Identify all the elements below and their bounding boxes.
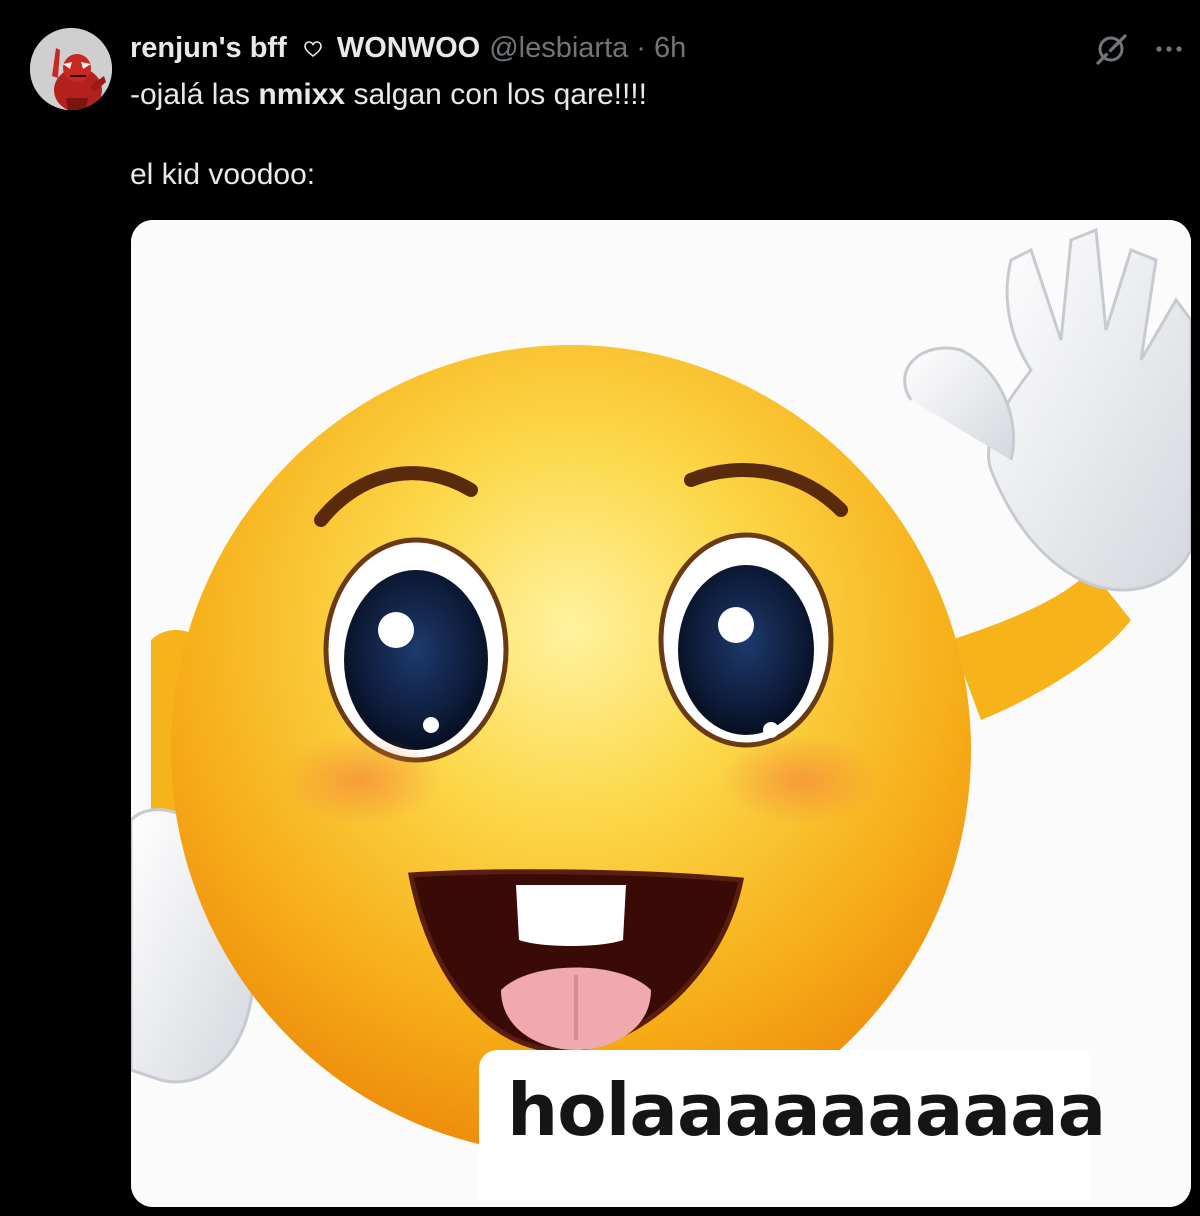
more-horizontal-icon[interactable] (1152, 32, 1186, 66)
author-avatar[interactable] (30, 28, 112, 110)
tweet-text-line2: el kid voodoo: (130, 158, 316, 191)
tweet[interactable]: renjun's bff WONWOO @lesbiarta · 6h -oja… (0, 0, 1200, 1216)
tweet-text: -ojalá las nmixx salgan con los qare!!!!… (130, 74, 1130, 196)
avatar-image (30, 28, 112, 110)
meme-caption: holaaaaaaaaaa (507, 1068, 1106, 1152)
author-name-part1: renjun's bff (130, 31, 287, 64)
author-name-part2: WONWOO (336, 31, 481, 64)
heart-outline-icon (303, 39, 323, 59)
tweet-text-suffix: salgan con los qare!!!! (345, 78, 647, 111)
author-handle[interactable]: @lesbiarta (489, 32, 628, 65)
author-display-name[interactable]: renjun's bff WONWOO (130, 32, 480, 65)
grok-icon[interactable] (1092, 30, 1130, 68)
meta-separator: · (636, 31, 646, 64)
tweet-text-bold: nmixx (258, 78, 346, 111)
tweet-text-prefix: -ojalá las (130, 78, 259, 111)
tweet-media-image[interactable]: holaaaaaaaaaa (131, 220, 1191, 1207)
tweet-text-line1: -ojalá las nmixx salgan con los qare!!!! (130, 74, 1130, 116)
tweet-timestamp[interactable]: 6h (654, 32, 686, 65)
tweet-header: renjun's bff WONWOO @lesbiarta · 6h (130, 30, 686, 66)
tweet-actions (1092, 30, 1186, 68)
